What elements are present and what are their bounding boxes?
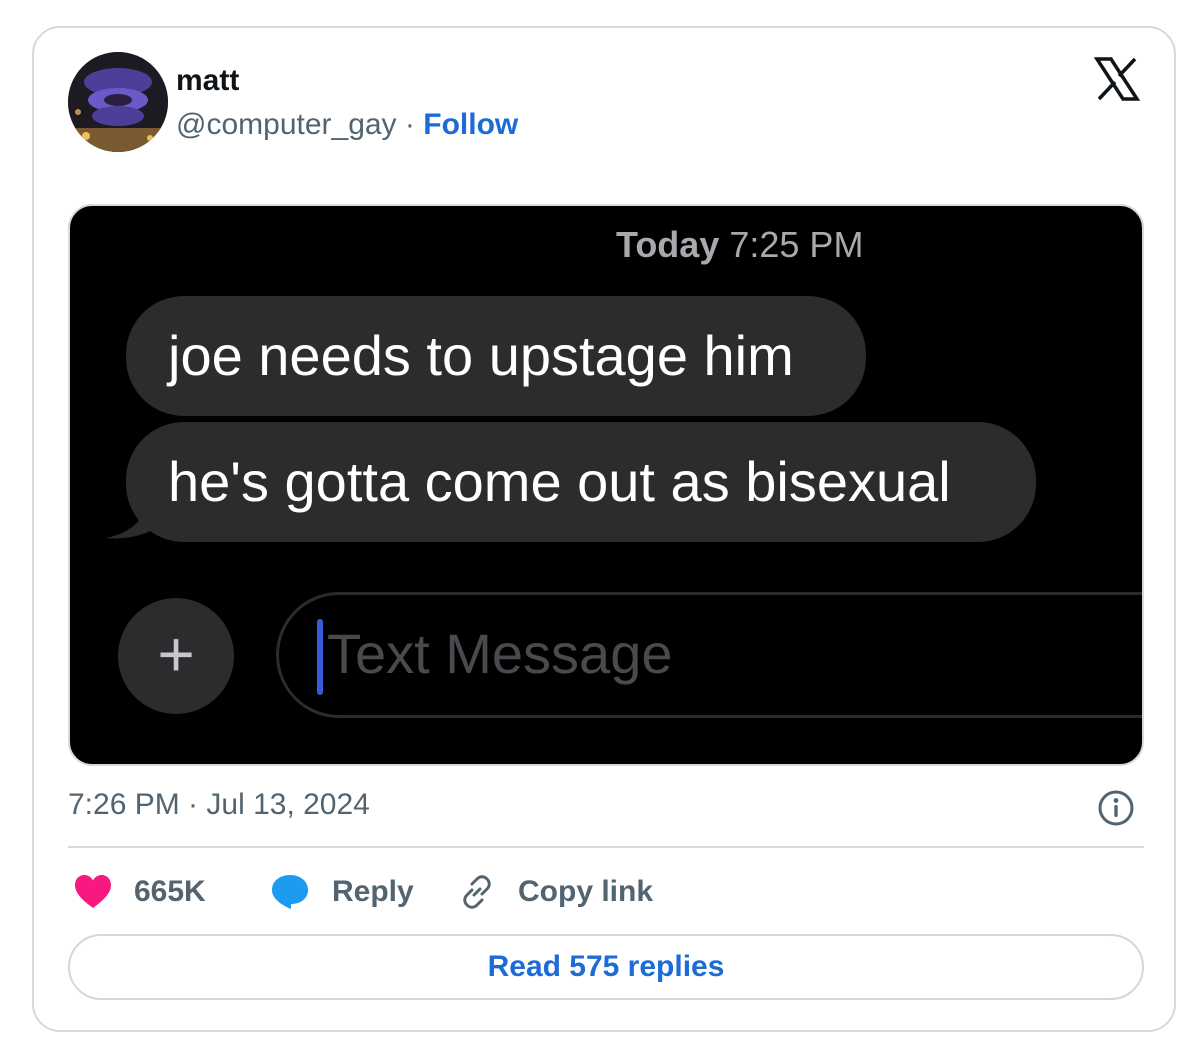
reply-label: Reply bbox=[332, 875, 414, 908]
display-name[interactable]: matt bbox=[176, 64, 239, 98]
message-input[interactable]: Text Message bbox=[276, 592, 1142, 718]
conversation-day: Today bbox=[616, 224, 720, 265]
read-replies-button[interactable]: Read 575 replies bbox=[68, 934, 1144, 1000]
message-bubble: he's gotta come out as bisexual bbox=[126, 422, 1036, 542]
like-count: 665K bbox=[134, 875, 206, 908]
separator-dot: · bbox=[404, 108, 415, 141]
user-handle[interactable]: @computer_gay bbox=[176, 108, 397, 141]
link-icon bbox=[463, 875, 491, 909]
conversation-timestamp: Today 7:25 PM bbox=[616, 224, 863, 266]
follow-button[interactable]: Follow bbox=[423, 108, 518, 141]
divider bbox=[68, 846, 1144, 848]
x-logo-icon[interactable] bbox=[1093, 56, 1141, 102]
tweet-timestamp[interactable]: 7:26 PM · Jul 13, 2024 bbox=[68, 788, 370, 822]
like-button[interactable]: 665K bbox=[74, 870, 206, 914]
info-icon[interactable] bbox=[1096, 788, 1136, 828]
tweet-media-image[interactable]: Today 7:25 PM joe needs to upstage him h… bbox=[68, 204, 1144, 766]
copy-link-label: Copy link bbox=[518, 875, 654, 908]
text-cursor bbox=[317, 619, 323, 695]
add-attachment-button[interactable]: + bbox=[118, 598, 234, 714]
handle-line: @computer_gay · Follow bbox=[176, 108, 518, 142]
message-bubble: joe needs to upstage him bbox=[126, 296, 866, 416]
speech-bubble-icon bbox=[272, 875, 308, 909]
reply-button[interactable]: Reply bbox=[270, 870, 414, 914]
conversation-time: 7:25 PM bbox=[729, 224, 864, 265]
heart-icon bbox=[75, 875, 111, 908]
avatar[interactable] bbox=[68, 52, 168, 152]
tweet-card: matt @computer_gay · Follow Today 7:25 P… bbox=[32, 26, 1176, 1032]
copy-link-button[interactable]: Copy link bbox=[458, 870, 653, 914]
message-input-placeholder: Text Message bbox=[327, 622, 673, 685]
